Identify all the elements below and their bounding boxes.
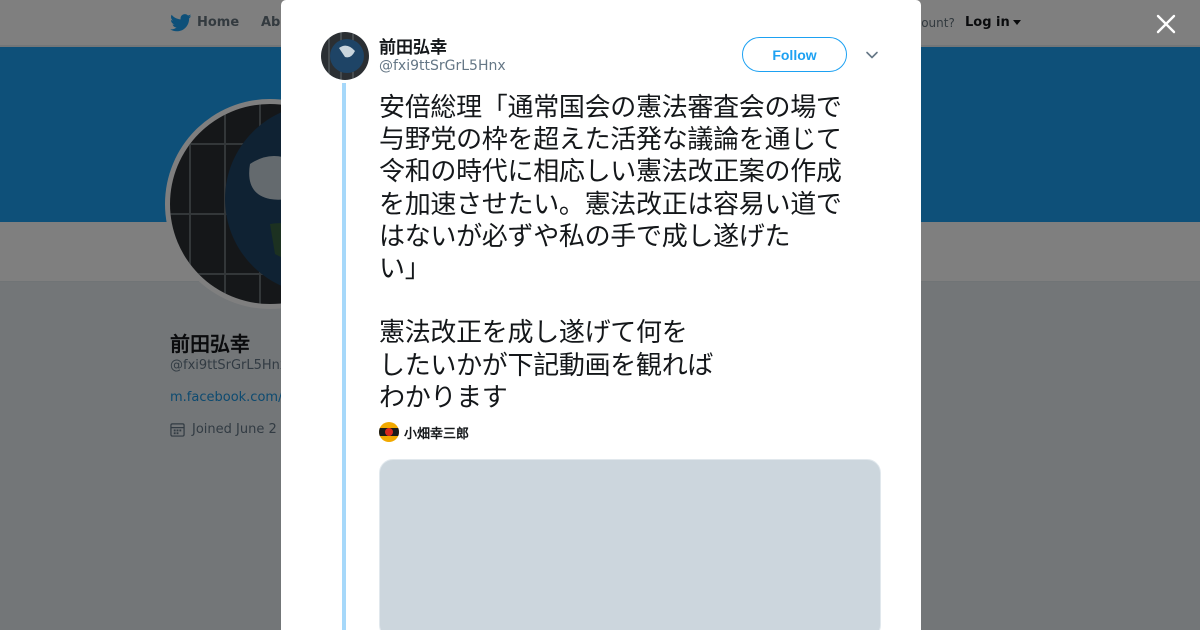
thread-connector-line xyxy=(342,83,346,630)
tweet-line: い」 xyxy=(379,253,431,284)
video-media-placeholder[interactable] xyxy=(379,459,881,630)
author-handle[interactable]: @fxi9ttSrGrL5Hnx xyxy=(379,58,506,74)
quoted-author[interactable]: 小畑幸三郎 xyxy=(379,422,469,442)
author-avatar-image xyxy=(321,32,369,80)
tweet-line xyxy=(379,285,889,317)
tweet-line: 令和の時代に相応しい憲法改正案の作成 xyxy=(379,157,842,188)
follow-button[interactable]: Follow xyxy=(742,37,847,72)
tweet-line: わかります xyxy=(379,382,508,413)
chevron-down-icon[interactable] xyxy=(864,47,880,63)
quoted-author-avatar xyxy=(379,422,399,442)
tweet-line: はないが必ずや私の手で成し遂げた xyxy=(379,221,791,252)
tweet-line: したいかが下記動画を観れば xyxy=(379,350,714,381)
tweet-line: を加速させたい。憲法改正は容易い道で xyxy=(379,189,842,220)
tweet-modal: 前田弘幸 @fxi9ttSrGrL5Hnx Follow 安倍総理「通常国会の憲… xyxy=(281,0,921,630)
tweet-text: 安倍総理「通常国会の憲法審査会の場で 与野党の枠を超えた活発な議論を通じて 令和… xyxy=(379,92,889,414)
quoted-author-avatar-image xyxy=(379,422,399,442)
author-name[interactable]: 前田弘幸 xyxy=(379,33,447,58)
tweet-line: 憲法改正を成し遂げて何を xyxy=(379,318,688,349)
close-icon[interactable] xyxy=(1154,12,1178,36)
author-avatar[interactable] xyxy=(321,32,369,80)
tweet-line: 安倍総理「通常国会の憲法審査会の場で xyxy=(379,93,842,123)
tweet-line: 与野党の枠を超えた活発な議論を通じて xyxy=(379,125,842,156)
quoted-author-name: 小畑幸三郎 xyxy=(404,426,470,442)
